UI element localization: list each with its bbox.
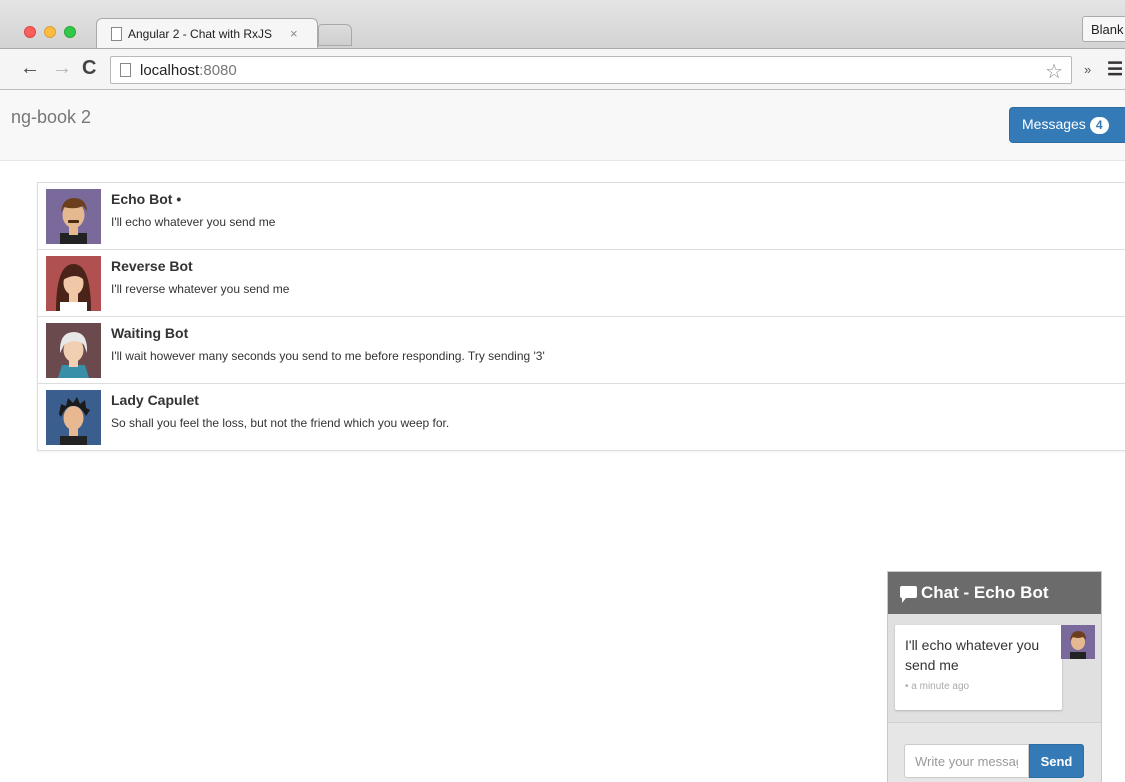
app-navbar: ng-book 2 Messages 4	[0, 90, 1125, 161]
chat-message: I'll echo whatever you send me • a minut…	[895, 625, 1062, 710]
messages-button[interactable]: Messages 4	[1009, 107, 1125, 143]
thread-snippet: I'll wait however many seconds you send …	[111, 349, 545, 363]
thread-name: Waiting Bot	[111, 325, 189, 341]
browser-tab-active[interactable]: Angular 2 - Chat with RxJS ×	[96, 18, 318, 49]
close-window-button[interactable]	[24, 26, 36, 38]
message-input[interactable]	[904, 744, 1029, 778]
chat-header[interactable]: Chat - Echo Bot	[888, 572, 1101, 614]
url-text[interactable]: localhost:8080	[140, 62, 237, 79]
avatar	[46, 390, 101, 445]
reload-icon[interactable]: C	[82, 58, 96, 78]
chat-compose: Send	[888, 722, 1101, 782]
browser-toolbar: ← → C localhost:8080 ☆ » ☰	[0, 48, 1125, 90]
hamburger-menu-icon[interactable]: ☰	[1107, 59, 1123, 80]
tab-close-icon[interactable]: ×	[290, 26, 298, 41]
thread-name: Reverse Bot	[111, 258, 193, 274]
page-icon	[120, 63, 131, 77]
thread-item-reverse-bot[interactable]: Reverse Bot I'll reverse whatever you se…	[38, 250, 1125, 317]
chat-window: Chat - Echo Bot I'll echo whatever you s…	[887, 571, 1102, 782]
thread-name: Echo Bot •	[111, 191, 182, 207]
arrow-right-icon[interactable]: →	[52, 58, 72, 78]
avatar	[46, 256, 101, 311]
blank-profile-button[interactable]: Blank	[1082, 16, 1125, 42]
comment-icon	[900, 586, 917, 603]
new-tab-button[interactable]	[318, 24, 352, 46]
chat-title: Chat - Echo Bot	[921, 583, 1049, 602]
address-bar[interactable]: localhost:8080 ☆	[110, 56, 1072, 84]
brand-title[interactable]: ng-book 2	[11, 107, 91, 128]
browser-tab-strip: Angular 2 - Chat with RxJS × Blank	[0, 0, 1125, 49]
minimize-window-button[interactable]	[44, 26, 56, 38]
maximize-window-button[interactable]	[64, 26, 76, 38]
messages-label: Messages	[1022, 116, 1086, 132]
message-timestamp: • a minute ago	[905, 681, 970, 692]
avatar	[46, 189, 101, 244]
thread-item-lady-capulet[interactable]: Lady Capulet So shall you feel the loss,…	[38, 384, 1125, 451]
arrow-left-icon[interactable]: ←	[20, 58, 40, 78]
thread-name: Lady Capulet	[111, 392, 199, 408]
thread-item-echo-bot[interactable]: Echo Bot • I'll echo whatever you send m…	[38, 183, 1125, 250]
avatar	[46, 323, 101, 378]
unread-count-badge: 4	[1089, 117, 1109, 134]
thread-snippet: I'll reverse whatever you send me	[111, 282, 290, 296]
chevron-double-icon[interactable]: »	[1084, 62, 1091, 77]
thread-snippet: So shall you feel the loss, but not the …	[111, 416, 450, 430]
avatar	[1061, 625, 1095, 659]
thread-item-waiting-bot[interactable]: Waiting Bot I'll wait however many secon…	[38, 317, 1125, 384]
message-text: I'll echo whatever you send me	[905, 637, 1040, 673]
page-icon	[111, 27, 122, 41]
thread-list: Echo Bot • I'll echo whatever you send m…	[37, 182, 1125, 451]
tab-title: Angular 2 - Chat with RxJS	[128, 27, 273, 41]
thread-snippet: I'll echo whatever you send me	[111, 215, 276, 229]
send-button[interactable]: Send	[1029, 744, 1084, 778]
star-icon[interactable]: ☆	[1045, 59, 1063, 84]
